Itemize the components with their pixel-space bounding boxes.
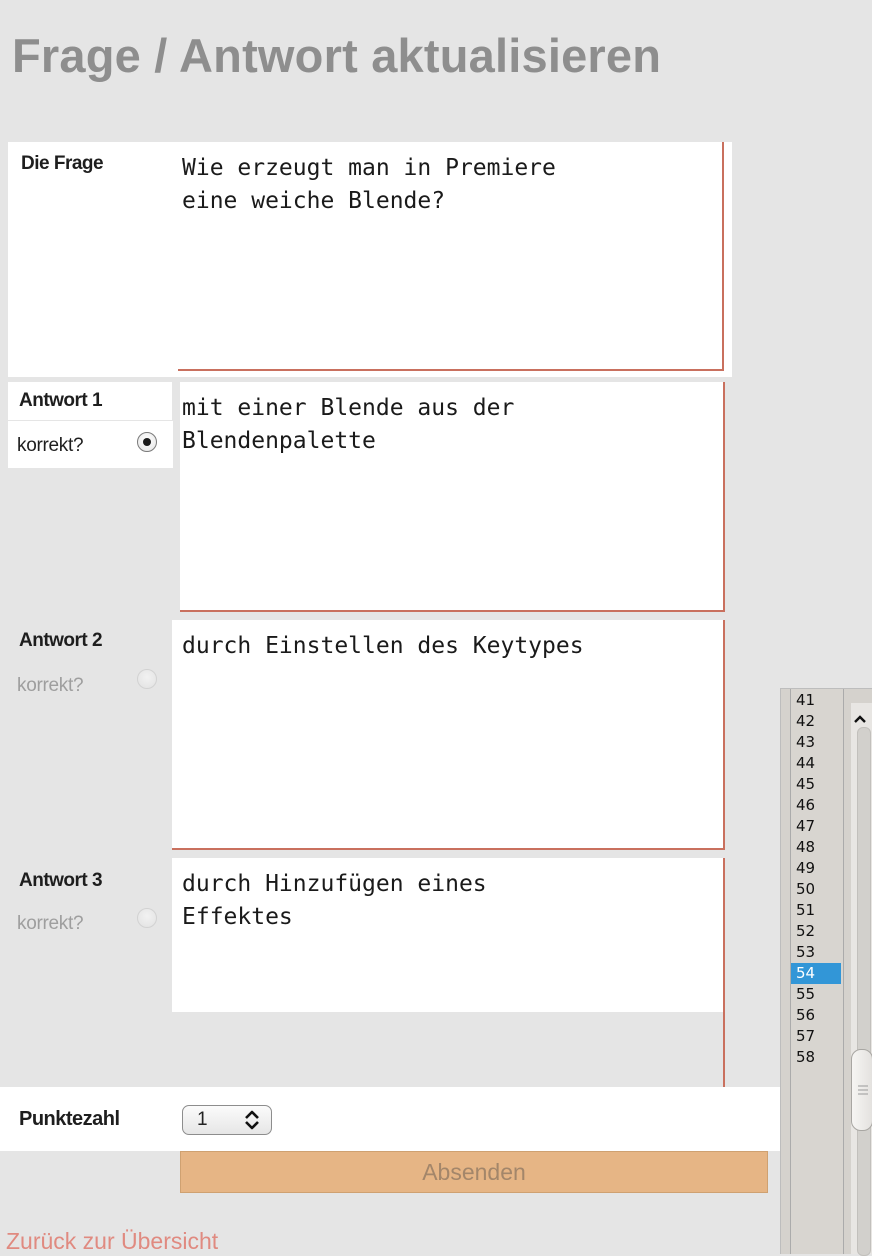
grip-icon	[858, 1085, 868, 1095]
dropdown-option[interactable]: 41	[791, 690, 841, 711]
answer-3-text: durch Hinzufügen eines Effektes	[182, 871, 487, 930]
question-text: Wie erzeugt man in Premiere eine weiche …	[182, 155, 556, 214]
answer-2-textarea[interactable]: durch Einstellen des Keytypes	[172, 620, 725, 850]
question-label: Die Frage	[21, 153, 104, 174]
dropdown-option[interactable]: 54	[791, 963, 841, 984]
back-link[interactable]: Zurück zur Übersicht	[6, 1228, 218, 1255]
answer-2-correct-label: korrekt?	[17, 675, 84, 696]
page-title: Frage / Antwort aktualisieren	[12, 29, 662, 82]
dropdown-option[interactable]: 56	[791, 1005, 841, 1026]
dropdown-option[interactable]: 55	[791, 984, 841, 1005]
points-select[interactable]: 1	[182, 1105, 272, 1135]
chevron-up-icon[interactable]	[852, 713, 868, 725]
dropdown-option[interactable]: 47	[791, 816, 841, 837]
question-textarea[interactable]: Wie erzeugt man in Premiere eine weiche …	[178, 142, 724, 371]
dropdown-option[interactable]: 48	[791, 837, 841, 858]
answer-1-textarea[interactable]: mit einer Blende aus der Blendenpalette	[180, 382, 725, 612]
up-down-chevron-icon	[245, 1110, 259, 1130]
dropdown-scroll-track[interactable]	[857, 727, 871, 1256]
dropdown-option[interactable]: 51	[791, 900, 841, 921]
dropdown-option[interactable]: 50	[791, 879, 841, 900]
dropdown-option[interactable]: 42	[791, 711, 841, 732]
points-label: Punktezahl	[19, 1108, 120, 1130]
answer-3-label: Antwort 3	[19, 870, 103, 891]
dropdown-list-popup: 41 42 43 44 45 46 47 48 49 50 51 52 53 54 55 56 57 58	[780, 688, 872, 1256]
answer-3-correct-label: korrekt?	[17, 913, 84, 934]
submit-button[interactable]: Absenden	[180, 1151, 768, 1193]
dropdown-option[interactable]: 52	[791, 921, 841, 942]
dropdown-option[interactable]: 43	[791, 732, 841, 753]
dropdown-option[interactable]: 44	[791, 753, 841, 774]
answer-3-correct-radio[interactable]	[137, 908, 157, 928]
points-value: 1	[197, 1109, 208, 1130]
answer-2-correct-radio[interactable]	[137, 669, 157, 689]
dropdown-option[interactable]: 45	[791, 774, 841, 795]
dropdown-option[interactable]: 57	[791, 1026, 841, 1047]
dropdown-scroll-thumb[interactable]	[851, 1049, 872, 1131]
dropdown-scrollbar[interactable]	[851, 703, 872, 1256]
answer-3-textarea[interactable]: durch Hinzufügen eines Effektes	[172, 858, 725, 1089]
answer-2-text: durch Einstellen des Keytypes	[182, 633, 584, 659]
dropdown-option[interactable]: 53	[791, 942, 841, 963]
dropdown-option[interactable]: 58	[791, 1047, 841, 1068]
answer-1-text: mit einer Blende aus der Blendenpalette	[182, 395, 515, 454]
dropdown-option[interactable]: 49	[791, 858, 841, 879]
answer-1-correct-radio[interactable]	[137, 432, 157, 452]
answer-2-label: Antwort 2	[19, 630, 103, 651]
answer-1-label: Antwort 1	[19, 390, 103, 411]
dropdown-option[interactable]: 46	[791, 795, 841, 816]
dropdown-options: 41 42 43 44 45 46 47 48 49 50 51 52 53 54 55 56 57 58	[790, 689, 844, 1254]
answer-1-correct-label: korrekt?	[17, 435, 84, 456]
